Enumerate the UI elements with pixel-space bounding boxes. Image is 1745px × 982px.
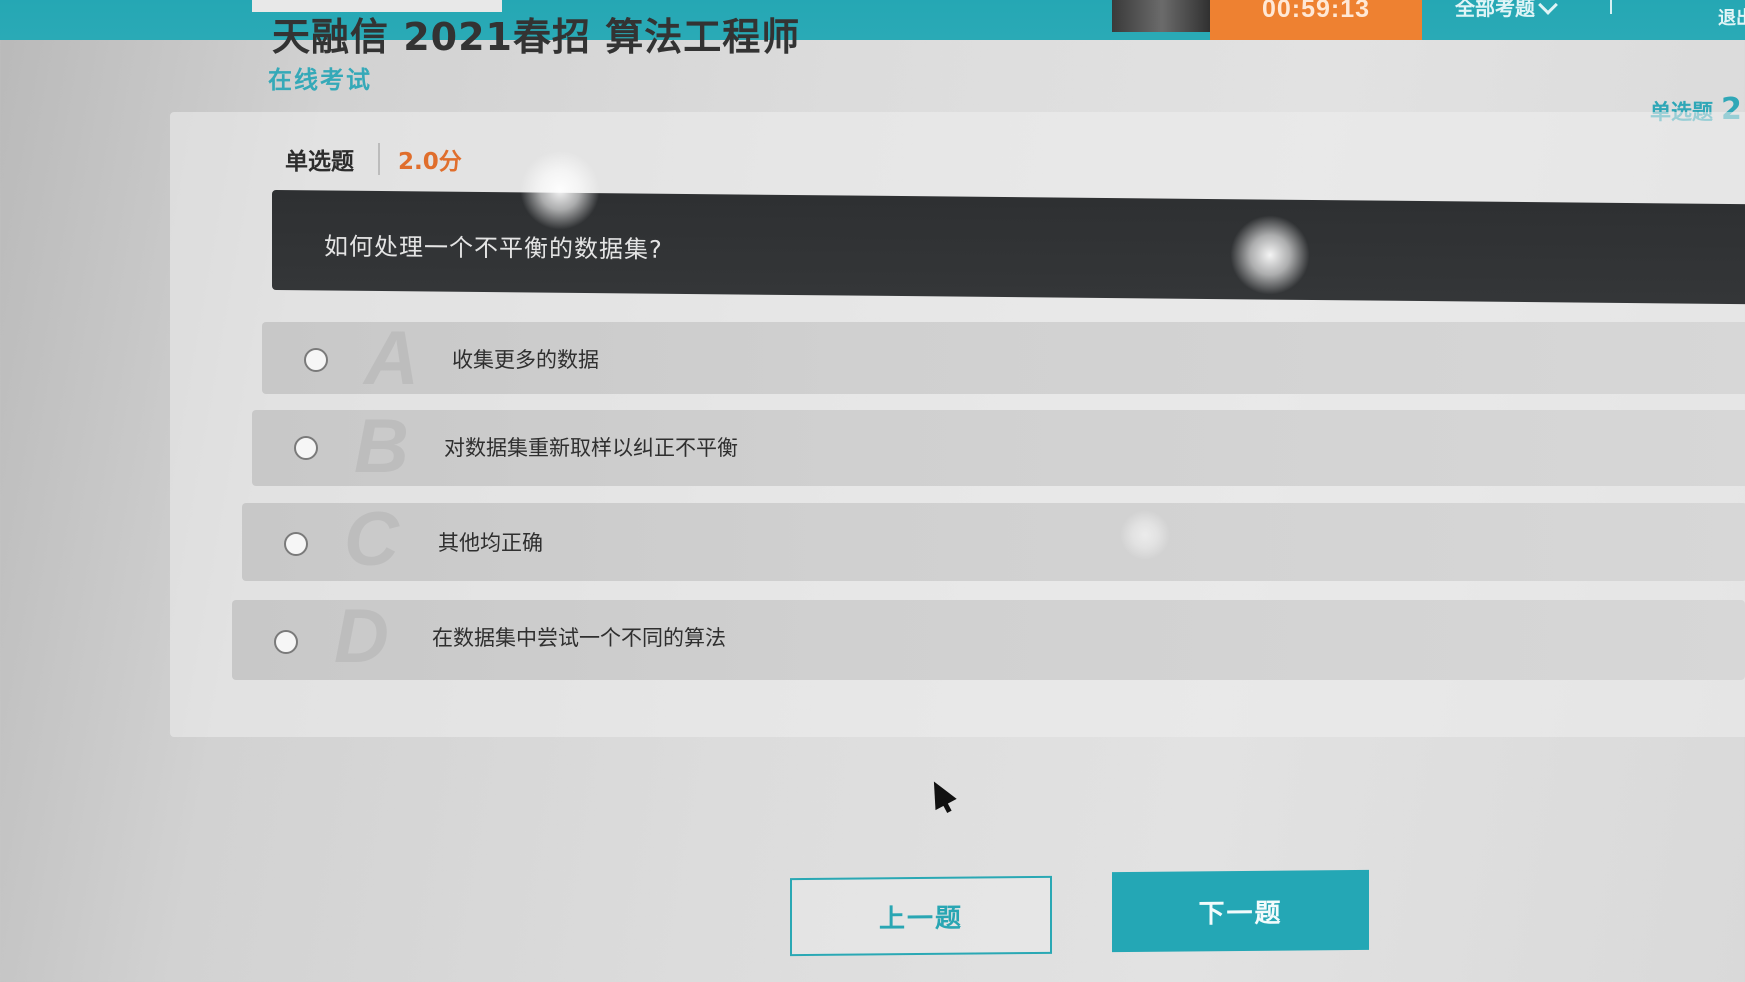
screen-glare — [1120, 510, 1170, 560]
question-box: 如何处理一个不平衡的数据集? — [272, 190, 1745, 305]
exam-subtitle: 在线考试 — [268, 66, 372, 94]
option-text: 对数据集重新取样以纠正不平衡 — [444, 436, 738, 460]
screen-glare — [520, 150, 600, 230]
radio-button[interactable] — [284, 532, 308, 556]
countdown-timer: 00:59:13 — [1210, 0, 1422, 40]
mouse-cursor-icon — [923, 775, 957, 811]
screen-glare — [1230, 215, 1310, 295]
option-letter: D — [334, 594, 389, 679]
previous-question-button[interactable]: 上一题 — [790, 875, 1052, 957]
topbar-divider — [1610, 0, 1612, 14]
question-type-label: 单选题 — [285, 149, 354, 175]
all-questions-label: 全部考题 — [1455, 0, 1535, 20]
option-letter: C — [344, 497, 399, 582]
radio-button[interactable] — [294, 436, 318, 460]
top-bar: 00:59:13 全部考题 退出 — [0, 0, 1745, 40]
option-text: 在数据集中尝试一个不同的算法 — [432, 626, 726, 650]
question-meta: 单选题 2.0分 — [285, 142, 462, 176]
question-score: 2.0分 — [398, 149, 462, 175]
meta-divider — [378, 143, 380, 175]
option-letter: A — [364, 316, 419, 401]
option-a[interactable]: A 收集更多的数据 — [262, 316, 1745, 401]
exit-button[interactable]: 退出 — [1718, 4, 1745, 30]
option-c[interactable]: C 其他均正确 — [242, 497, 1745, 582]
next-question-button[interactable]: 下一题 — [1112, 869, 1369, 953]
option-b[interactable]: B 对数据集重新取样以纠正不平衡 — [252, 404, 1745, 489]
question-text: 如何处理一个不平衡的数据集? — [324, 232, 663, 264]
radio-button[interactable] — [304, 348, 328, 372]
option-text: 其他均正确 — [438, 531, 543, 555]
option-text: 收集更多的数据 — [452, 348, 599, 372]
all-questions-dropdown[interactable]: 全部考题 — [1455, 0, 1558, 21]
exam-title: 天融信 2021春招 算法工程师 — [272, 15, 801, 59]
option-letter: B — [354, 404, 409, 489]
camera-preview — [1112, 0, 1212, 32]
option-d[interactable]: D 在数据集中尝试一个不同的算法 — [232, 594, 1745, 680]
radio-button[interactable] — [274, 630, 298, 654]
chevron-down-icon — [1538, 0, 1558, 15]
